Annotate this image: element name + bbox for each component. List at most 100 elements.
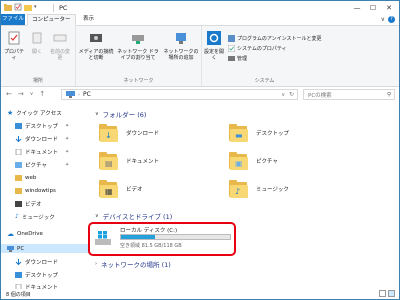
network-location-icon: [176, 33, 186, 44]
pin-icon[interactable]: ✦: [65, 149, 69, 155]
open-icon: [32, 32, 42, 44]
large-icons-view-icon[interactable]: [388, 290, 395, 297]
ribbon-group-system: 設定を開く プログラムのアンインストールと変更 システムのプロパティ 管理 シス…: [202, 26, 327, 86]
settings-gear-icon: [207, 31, 221, 45]
drive-usage-fill: [121, 235, 155, 239]
folder-icon: ▤: [99, 151, 121, 171]
search-icon[interactable]: ⚲: [387, 92, 391, 98]
pc-icon: [66, 91, 75, 98]
network-section-header[interactable]: › ネットワークの場所 (1): [95, 259, 171, 269]
add-network-location-button[interactable]: ネットワークの場所の追加: [162, 31, 200, 61]
open-settings-button[interactable]: 設定を開く: [204, 31, 224, 61]
sidebar-item-web[interactable]: web: [15, 173, 36, 182]
drive-free-space: 空き領域 81.5 GB/118 GB: [120, 243, 182, 249]
ribbon-group-location: プロパティ 開く 名前の変更 場所: [1, 26, 76, 86]
pin-icon[interactable]: ✦: [65, 162, 69, 168]
folder-icon: ▦: [99, 179, 121, 199]
window-title: PC: [59, 4, 68, 12]
folder-music[interactable]: ♪ ミュージック: [229, 179, 289, 199]
pin-icon[interactable]: ✦: [65, 136, 69, 142]
quick-access-dropdown-icon[interactable]: ▾: [34, 3, 37, 11]
document-icon: [15, 148, 22, 155]
maximize-button[interactable]: ☐: [365, 2, 381, 13]
new-folder-quick-icon[interactable]: [24, 3, 32, 11]
tab-computer[interactable]: コンピューター: [27, 14, 76, 26]
ribbon-tabs: ファイル コンピューター 表示 ∨ ?: [1, 14, 399, 26]
folder-desktop[interactable]: ▬ デスクトップ: [229, 123, 289, 143]
sidebar-item-quick-access[interactable]: ★ クイック アクセス: [7, 108, 62, 117]
sidebar-item-pc-downloads[interactable]: ダウンロード: [15, 257, 58, 266]
minimize-button[interactable]: —: [349, 2, 365, 13]
sidebar-item-documents[interactable]: ドキュメント: [15, 147, 58, 156]
title-separator: [53, 4, 54, 12]
folders-section-header[interactable]: ∨ フォルダー (6): [95, 109, 146, 119]
download-arrow-icon: [15, 258, 22, 265]
manage-button[interactable]: 管理: [228, 55, 247, 62]
status-bar: 8 個の項目: [1, 289, 399, 299]
expand-chevron-icon[interactable]: ›: [95, 261, 97, 267]
drive-name: ローカル ディスク (C:): [120, 228, 178, 234]
group-label-network: ネットワーク: [123, 78, 154, 84]
local-disk-c[interactable]: ローカル ディスク (C:) 空き領域 81.5 GB/118 GB: [94, 225, 234, 251]
open-button[interactable]: 開く: [27, 31, 47, 55]
breadcrumb-chevron-icon[interactable]: ›: [78, 92, 80, 98]
search-input[interactable]: PCの検索 ⚲: [303, 89, 395, 100]
pc-icon: [7, 245, 14, 252]
tab-file[interactable]: ファイル: [1, 14, 25, 25]
rename-button[interactable]: 名前の変更: [49, 31, 71, 61]
address-dropdown-icon[interactable]: ∨: [281, 92, 285, 98]
drive-usage-bar: [120, 234, 231, 240]
group-label-location: 場所: [32, 78, 43, 84]
sidebar-item-downloads[interactable]: ダウンロード: [15, 134, 58, 143]
properties-icon: [8, 31, 20, 45]
up-arrow-icon[interactable]: ↑: [39, 90, 45, 99]
media-icon: [90, 34, 102, 42]
ribbon: プロパティ 開く 名前の変更 場所 メディアの接続と切断 ネットワーク ドライブ…: [1, 26, 399, 87]
tab-view[interactable]: 表示: [79, 14, 98, 25]
details-view-icon[interactable]: [379, 290, 386, 297]
folder-downloads[interactable]: ↓ ダウンロード: [99, 123, 159, 143]
address-box[interactable]: › PC ∨ ↻: [61, 89, 298, 100]
devices-section-header[interactable]: ∨ デバイスとドライブ (1): [95, 211, 172, 221]
pin-icon[interactable]: ✦: [65, 123, 69, 129]
properties-quick-icon[interactable]: [14, 3, 22, 11]
music-note-icon: ♪: [15, 213, 19, 220]
group-label-system: システム: [254, 78, 275, 84]
collapse-chevron-icon[interactable]: ∨: [95, 111, 99, 117]
manage-icon: [228, 56, 235, 61]
star-icon: ★: [7, 108, 14, 117]
sidebar-item-pc-desktop[interactable]: デスクトップ: [15, 270, 58, 279]
system-properties-button[interactable]: システムのプロパティ: [228, 45, 287, 52]
folder-icon: ▬: [229, 123, 251, 143]
system-check-icon: [228, 45, 235, 52]
forward-arrow-icon[interactable]: →: [18, 90, 24, 99]
map-network-drive-button[interactable]: ネットワーク ドライブの割り当て: [116, 31, 160, 61]
recent-dropdown-icon[interactable]: ∨: [30, 90, 34, 99]
explorer-window: ▾ PC — ☐ ✕ ファイル コンピューター 表示 ∨ ? プロパティ 開く: [0, 0, 400, 300]
help-icon[interactable]: ?: [388, 16, 395, 23]
refresh-icon[interactable]: ↻: [289, 91, 294, 98]
sidebar-item-music[interactable]: ♪ ミュージック: [15, 212, 55, 221]
title-bar: ▾ PC — ☐ ✕: [1, 1, 399, 14]
search-placeholder: PCの検索: [308, 92, 332, 99]
folder-documents[interactable]: ▤ ドキュメント: [99, 151, 159, 171]
collapse-chevron-icon[interactable]: ∨: [95, 213, 99, 219]
sidebar-item-onedrive[interactable]: ☁ OneDrive: [7, 229, 43, 238]
back-arrow-icon[interactable]: ←: [6, 90, 12, 99]
uninstall-icon: [228, 35, 235, 42]
uninstall-programs-button[interactable]: プログラムのアンインストールと変更: [228, 35, 322, 42]
media-access-button[interactable]: メディアの接続と切断: [78, 31, 114, 61]
ribbon-group-network: メディアの接続と切断 ネットワーク ドライブの割り当て ネットワークの場所の追加…: [76, 26, 202, 86]
folder-videos[interactable]: ▦ ビデオ: [99, 179, 143, 199]
folder-pictures[interactable]: ▣ ピクチャ: [229, 151, 278, 171]
collapse-ribbon-icon[interactable]: ∨: [381, 16, 385, 23]
content-pane: ∨ フォルダー (6) ↓ ダウンロード ▬ デスクトップ ▤ ドキュメント ▣…: [89, 105, 399, 289]
sidebar-item-desktop[interactable]: デスクトップ: [15, 121, 58, 130]
sidebar-item-windowtips[interactable]: windowtips: [15, 186, 56, 195]
sidebar-item-pictures[interactable]: ピクチャ: [15, 160, 47, 169]
sidebar-item-pc[interactable]: PC: [1, 244, 93, 253]
sidebar-item-videos[interactable]: ビデオ: [15, 199, 42, 208]
breadcrumb[interactable]: PC: [83, 91, 91, 98]
close-button[interactable]: ✕: [381, 2, 397, 13]
properties-button[interactable]: プロパティ: [3, 31, 25, 61]
